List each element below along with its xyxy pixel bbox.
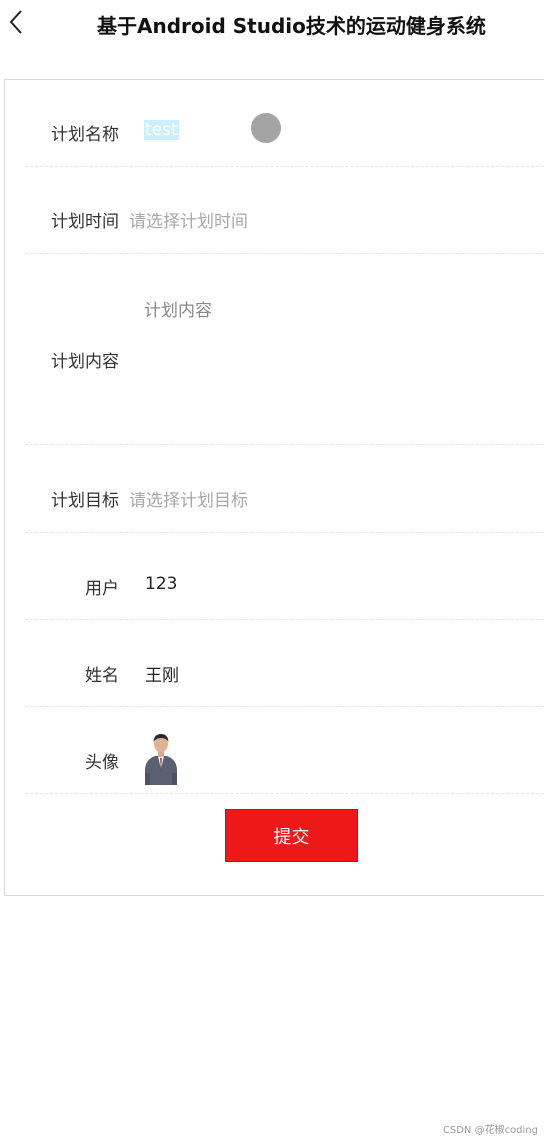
watermark: CSDN @花椒coding bbox=[442, 1125, 538, 1136]
avatar-row: 头像 bbox=[25, 707, 544, 794]
plan-name-row: 计划名称 test bbox=[25, 80, 544, 167]
plan-name-input[interactable]: test bbox=[144, 120, 179, 140]
plan-content-label: 计划内容 bbox=[51, 352, 119, 372]
avatar-label: 头像 bbox=[85, 753, 119, 773]
plan-content-textarea[interactable]: 计划内容 bbox=[144, 296, 212, 321]
chevron-left-icon bbox=[9, 10, 22, 34]
avatar[interactable] bbox=[142, 729, 180, 785]
plan-goal-picker[interactable]: 请选择计划目标 bbox=[129, 486, 248, 511]
avatar-image bbox=[145, 734, 177, 785]
user-value: 123 bbox=[145, 574, 178, 594]
plan-time-label: 计划时间 bbox=[51, 212, 119, 232]
back-button[interactable] bbox=[6, 8, 28, 36]
user-label: 用户 bbox=[85, 579, 119, 599]
plan-name-label: 计划名称 bbox=[51, 125, 119, 145]
plan-form: 计划名称 test 计划时间 请选择计划时间 计划内容 计划内容 计划目标 请选… bbox=[4, 79, 544, 896]
submit-button[interactable]: 提交 bbox=[225, 809, 358, 862]
plan-time-row: 计划时间 请选择计划时间 bbox=[25, 167, 544, 254]
plan-goal-label: 计划目标 bbox=[51, 491, 119, 511]
plan-name-value: test bbox=[144, 120, 179, 140]
plan-content-row: 计划内容 计划内容 bbox=[25, 254, 544, 445]
page-title: 基于Android Studio技术的运动健身系统 bbox=[97, 14, 486, 38]
user-row: 用户 123 bbox=[25, 533, 544, 620]
plan-goal-row: 计划目标 请选择计划目标 bbox=[25, 445, 544, 533]
name-label: 姓名 bbox=[85, 666, 119, 686]
name-value: 王刚 bbox=[145, 666, 179, 686]
top-bar: 基于Android Studio技术的运动健身系统 bbox=[0, 0, 544, 46]
name-row: 姓名 王刚 bbox=[25, 620, 544, 707]
touch-indicator bbox=[251, 113, 281, 143]
plan-time-picker[interactable]: 请选择计划时间 bbox=[129, 207, 248, 232]
